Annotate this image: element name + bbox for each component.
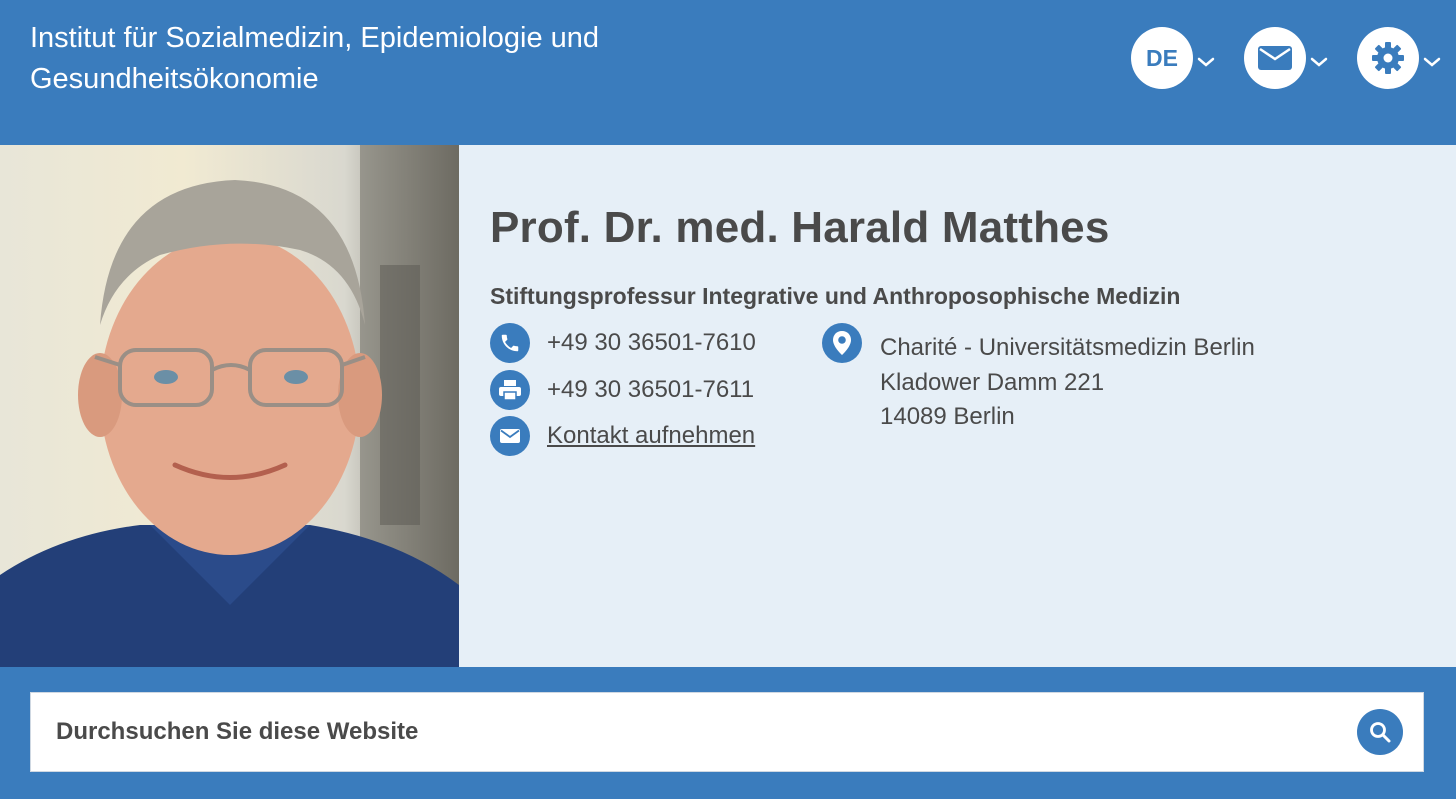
search-input[interactable] [31,693,1331,771]
site-title-line1: Institut für Sozialmedizin, Epidemiologi… [30,22,600,54]
contact-link[interactable]: Kontakt aufnehmen [547,422,755,450]
fax-row: +49 30 36501-7611 [490,370,754,410]
contact-menu-badge [1244,27,1306,89]
site-title-line2: Gesundheitsökonomie [30,63,319,95]
location-pin-icon-badge [822,323,862,363]
envelope-icon [1258,46,1292,70]
site-title[interactable]: Institut für Sozialmedizin, Epidemiologi… [30,18,670,100]
site-header: Institut für Sozialmedizin, Epidemiologi… [0,0,1456,145]
chevron-down-icon [1310,57,1328,67]
gear-icon [1372,42,1404,74]
printer-icon [499,380,521,401]
chevron-down-icon [1423,57,1441,67]
language-switcher[interactable]: DE [1131,27,1215,89]
settings-menu-button[interactable] [1357,27,1441,89]
language-label: DE [1146,44,1178,71]
profile-info: Prof. Dr. med. Harald Matthes Stiftungsp… [490,145,1430,667]
email-row: Kontakt aufnehmen [490,416,755,456]
phone-row: +49 30 36501-7610 [490,323,756,363]
profile-photo [0,145,459,667]
person-role: Stiftungsprofessur Integrative und Anthr… [490,283,1181,309]
chevron-down-icon [1197,57,1215,67]
settings-badge [1357,27,1419,89]
contact-menu-button[interactable] [1244,27,1328,89]
phone-number[interactable]: +49 30 36501-7610 [547,329,756,357]
address-line2: Kladower Damm 221 [880,368,1105,396]
address-line3: 14089 Berlin [880,403,1015,430]
portrait-illustration [0,145,459,667]
fax-number: +49 30 36501-7611 [547,376,755,403]
envelope-icon-badge [490,416,530,456]
location-pin-icon [833,331,851,355]
search-button[interactable] [1357,709,1403,755]
magnifier-icon [1370,722,1391,743]
postal-address: Charité - Universitätsmedizin Berlin Kla… [880,331,1255,435]
printer-icon-badge [490,370,530,410]
phone-icon [501,334,519,352]
search-box [30,692,1424,772]
search-band [0,667,1456,799]
person-name: Prof. Dr. med. Harald Matthes [490,203,1110,252]
phone-icon-badge [490,323,530,363]
language-badge: DE [1131,27,1193,89]
envelope-icon [500,429,520,443]
profile-section: Prof. Dr. med. Harald Matthes Stiftungsp… [0,145,1456,667]
address-line1: Charité - Universitätsmedizin Berlin [880,334,1255,361]
